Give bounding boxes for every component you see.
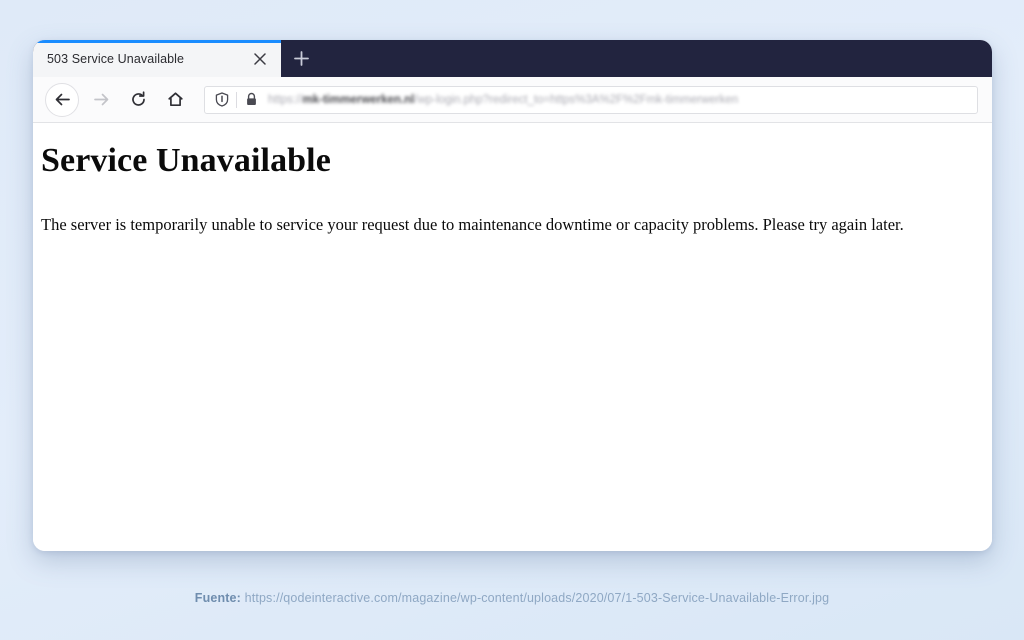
close-icon[interactable]	[249, 48, 271, 70]
url-path: /wp-login.php?redirect_to=https%3A%2F%2F…	[414, 93, 739, 106]
arrow-left-icon[interactable]	[45, 82, 79, 117]
url-bar[interactable]: https://mk-timmerwerken.nl/wp-login.php?…	[204, 85, 978, 114]
home-icon[interactable]	[158, 83, 192, 117]
page-body-text: The server is temporarily unable to serv…	[41, 214, 904, 234]
arrow-right-icon	[84, 83, 118, 117]
lock-icon[interactable]	[240, 89, 262, 111]
url-host: mk-timmerwerken.nl	[302, 93, 415, 106]
caption-url: https://qodeinteractive.com/magazine/wp-…	[244, 591, 830, 605]
navigation-toolbar: https://mk-timmerwerken.nl/wp-login.php?…	[33, 77, 992, 123]
shield-icon[interactable]	[211, 89, 233, 111]
tab-title: 503 Service Unavailable	[47, 51, 185, 66]
tab-strip: 503 Service Unavailable	[33, 40, 992, 77]
urlbar-divider	[236, 91, 237, 108]
url-prefix: https://	[268, 93, 303, 106]
browser-window: 503 Service Unavailable https://mk-timme…	[33, 40, 992, 551]
source-caption: Fuente: https://qodeinteractive.com/maga…	[0, 591, 1024, 605]
tab-active-accent	[33, 40, 281, 43]
page-title: Service Unavailable	[41, 142, 331, 179]
browser-tab[interactable]: 503 Service Unavailable	[33, 40, 281, 77]
url-text: https://mk-timmerwerken.nl/wp-login.php?…	[262, 94, 971, 106]
reload-icon[interactable]	[121, 83, 155, 117]
caption-label: Fuente:	[194, 591, 241, 605]
new-tab-button[interactable]	[281, 40, 321, 77]
page-content: Service Unavailable The server is tempor…	[33, 123, 992, 551]
